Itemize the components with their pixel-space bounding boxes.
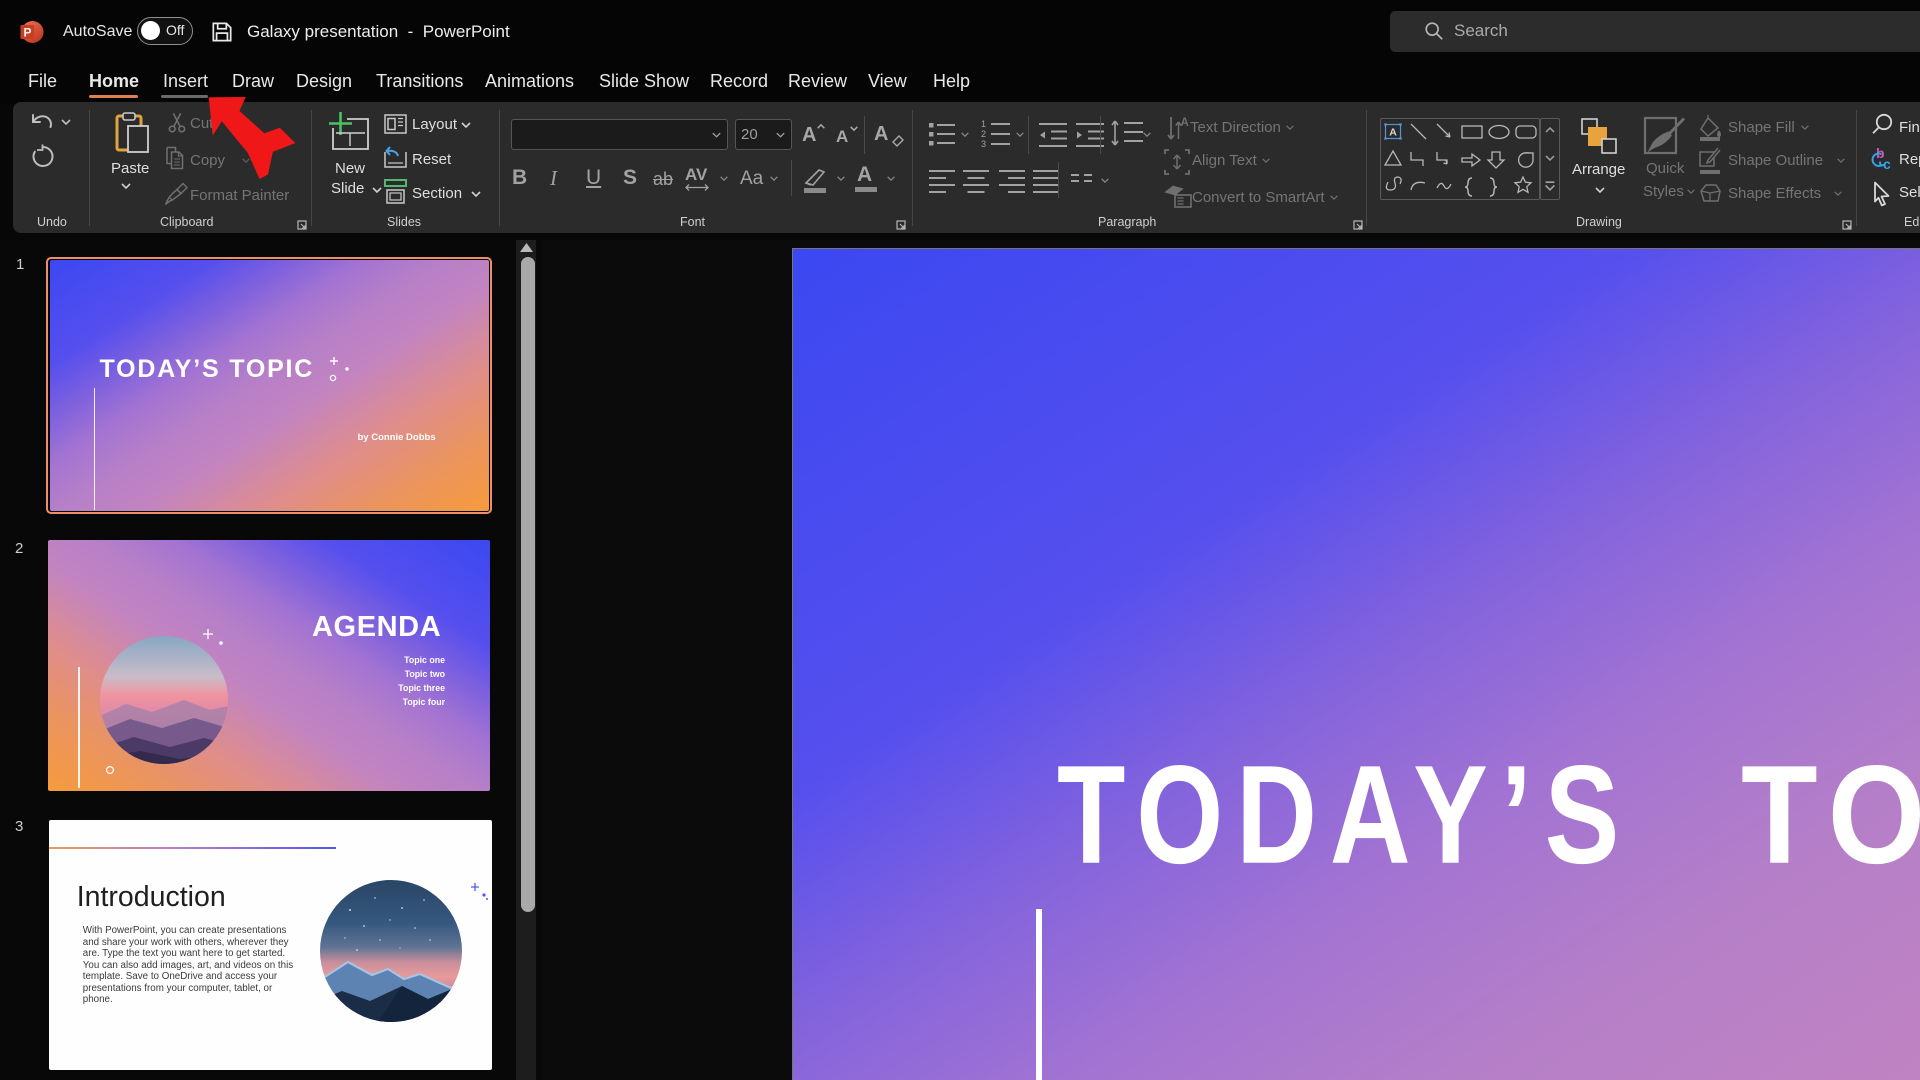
svg-text:1: 1	[981, 119, 986, 129]
svg-text:A: A	[1389, 127, 1397, 139]
svg-text:3: 3	[981, 139, 986, 149]
svg-text:A: A	[1181, 117, 1189, 129]
svg-text:P: P	[24, 26, 32, 40]
svg-text:2: 2	[981, 129, 986, 139]
